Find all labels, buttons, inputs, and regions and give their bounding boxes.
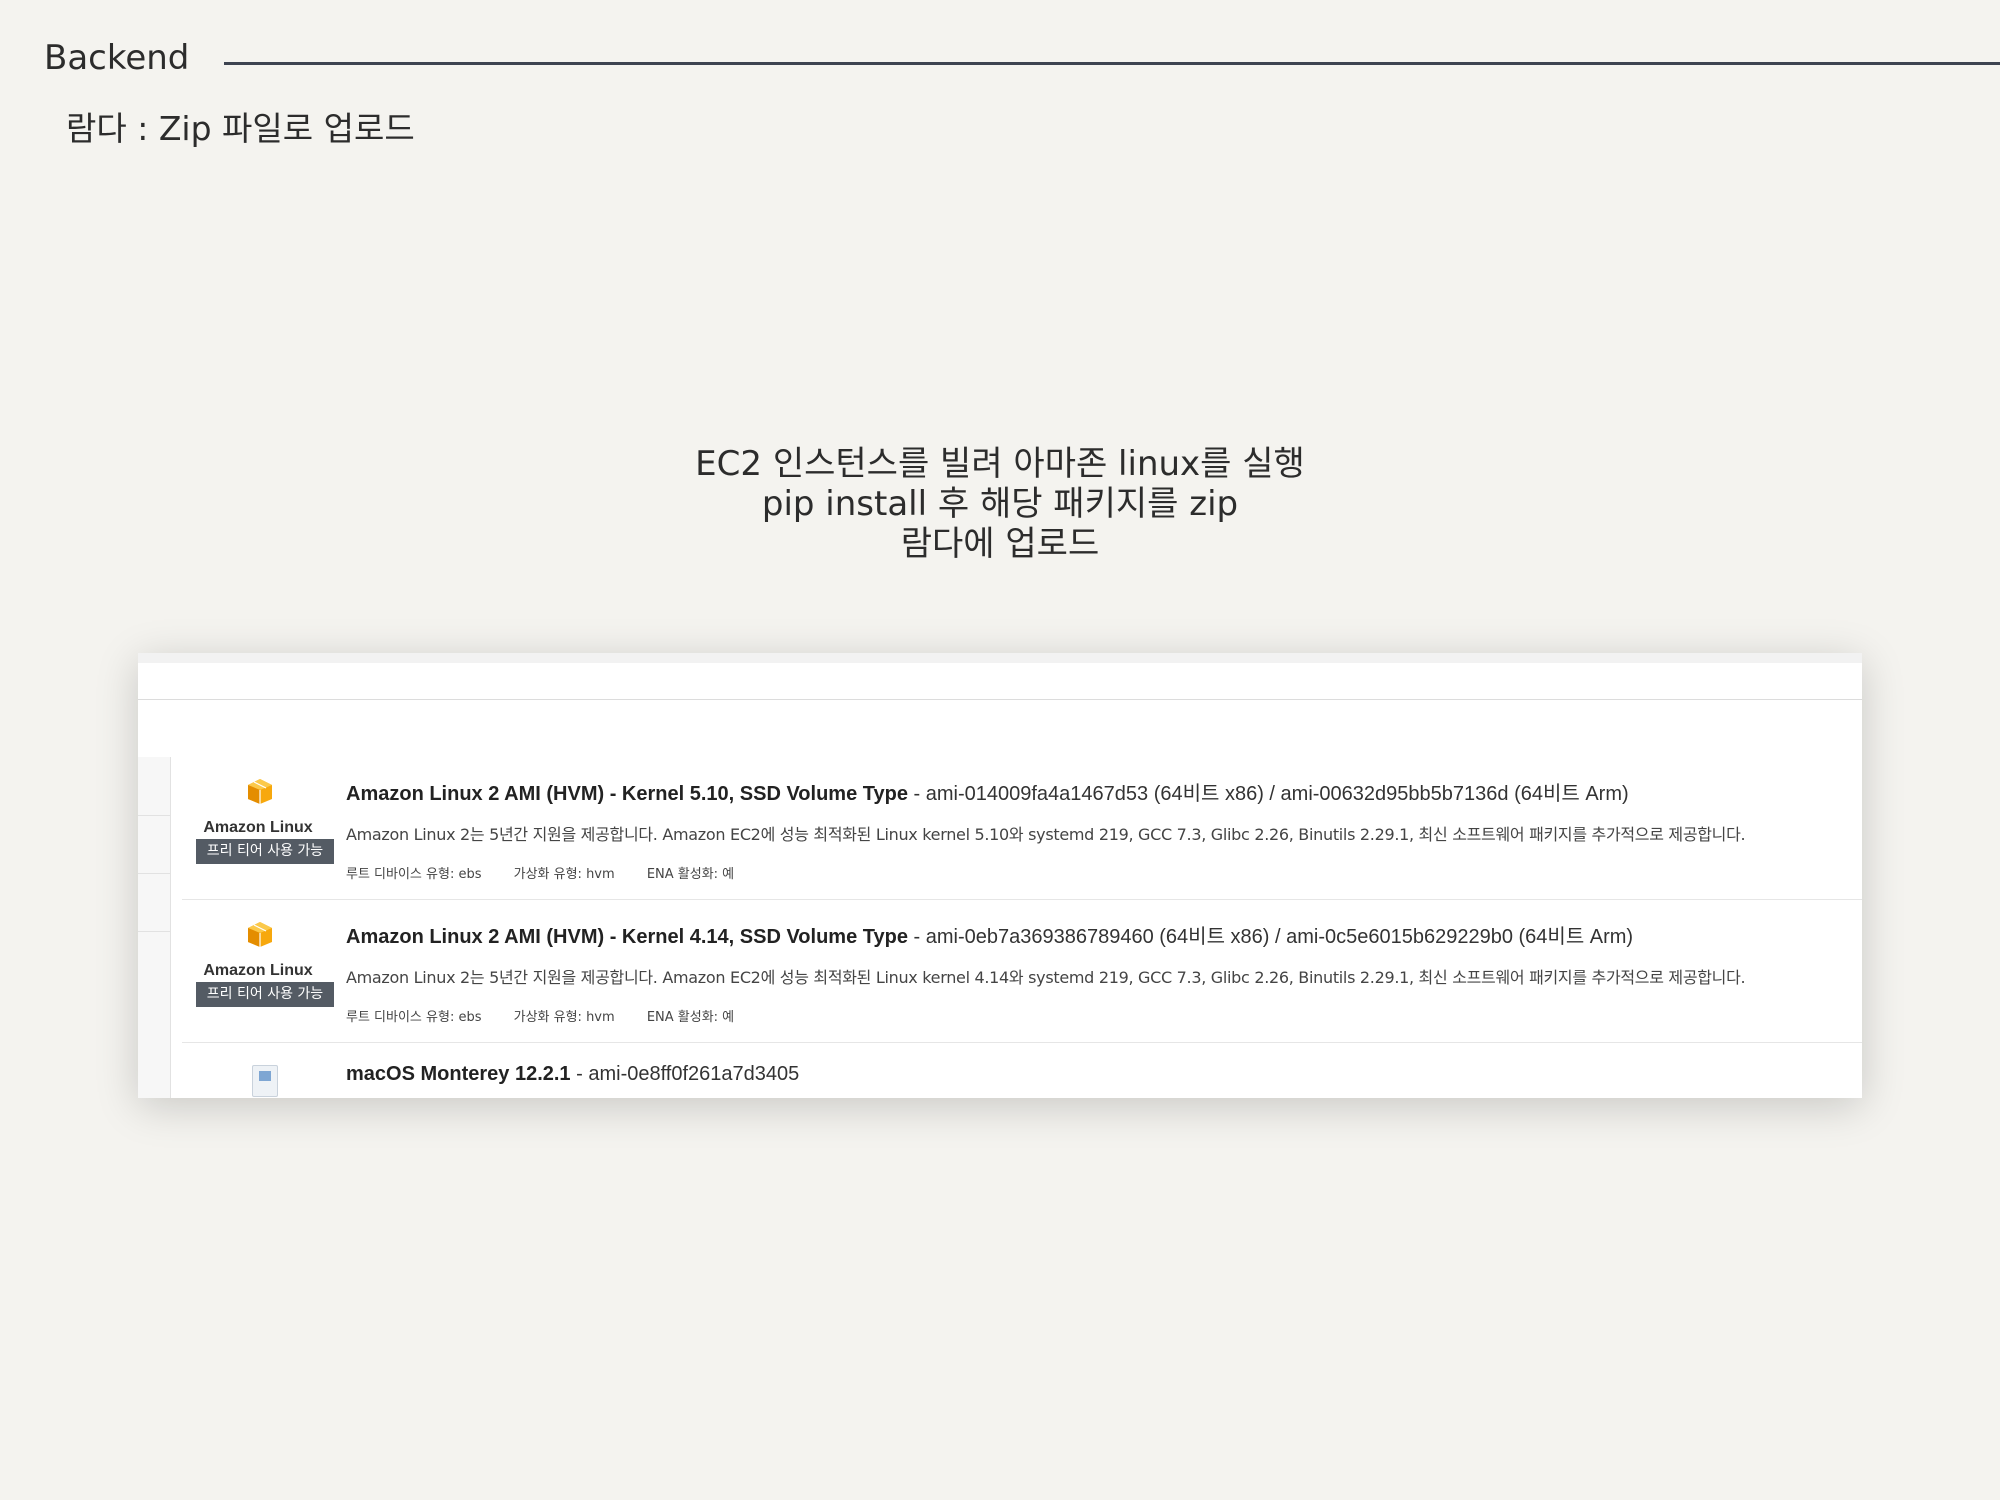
- ami-title[interactable]: macOS Monterey 12.2.1 - ami-0e8ff0f261a7…: [346, 1063, 799, 1086]
- amazon-linux-cube-icon: [248, 922, 272, 947]
- caption-line: EC2 인스턴스를 빌려 아마존 linux를 실행: [695, 444, 1305, 484]
- header-rule: [224, 62, 2000, 65]
- ami-description: Amazon Linux 2는 5년간 지원을 제공합니다. Amazon EC…: [346, 968, 1746, 987]
- ami-row[interactable]: macOS Monterey 12.2.1 - ami-0e8ff0f261a7…: [182, 1043, 1862, 1098]
- ami-row[interactable]: Amazon Linux 프리 티어 사용 가능 Amazon Linux 2 …: [182, 757, 1862, 900]
- caption-line: 람다에 업로드: [900, 524, 1100, 564]
- amazon-linux-cube-icon: [248, 779, 272, 804]
- ami-logo: Amazon Linux 프리 티어 사용 가능: [182, 900, 334, 1042]
- slide-subtitle: 람다 : Zip 파일로 업로드: [66, 109, 415, 148]
- virtualization-type: 가상화 유형: hvm: [513, 1010, 615, 1025]
- ami-title[interactable]: Amazon Linux 2 AMI (HVM) - Kernel 4.14, …: [346, 920, 1633, 949]
- caption: EC2 인스턴스를 빌려 아마존 linux를 실행 pip install 후…: [0, 444, 2000, 564]
- macos-icon: [252, 1065, 278, 1097]
- ami-meta: 루트 디바이스 유형: ebs 가상화 유형: hvm ENA 활성화: 예: [346, 863, 762, 882]
- ami-description: Amazon Linux 2는 5년간 지원을 제공합니다. Amazon EC…: [346, 825, 1746, 844]
- ami-name: Amazon Linux 2 AMI (HVM) - Kernel 4.14, …: [346, 926, 908, 948]
- root-device-type: 루트 디바이스 유형: ebs: [346, 1010, 482, 1025]
- ami-logo: Amazon Linux 프리 티어 사용 가능: [182, 757, 334, 899]
- ami-ids: - ami-0eb7a369386789460 (64비트 x86) / ami…: [907, 926, 1634, 948]
- vendor-label: Amazon Linux: [203, 819, 313, 836]
- virtualization-type: 가상화 유형: hvm: [513, 867, 615, 882]
- free-tier-badge: 프리 티어 사용 가능: [196, 982, 334, 1007]
- ami-ids: - ami-0e8ff0f261a7d3405: [570, 1063, 800, 1085]
- root-device-type: 루트 디바이스 유형: ebs: [346, 867, 482, 882]
- ami-name: macOS Monterey 12.2.1: [346, 1063, 571, 1085]
- ena-enabled: ENA 활성화: 예: [646, 1010, 735, 1025]
- vendor-label: Amazon Linux: [203, 962, 313, 979]
- divider: [138, 699, 1862, 700]
- ena-enabled: ENA 활성화: 예: [646, 867, 735, 882]
- ami-ids: - ami-014009fa4a1467d53 (64비트 x86) / ami…: [907, 783, 1629, 805]
- ami-title[interactable]: Amazon Linux 2 AMI (HVM) - Kernel 5.10, …: [346, 777, 1629, 806]
- ami-meta: 루트 디바이스 유형: ebs 가상화 유형: hvm ENA 활성화: 예: [346, 1006, 762, 1025]
- ami-row[interactable]: Amazon Linux 프리 티어 사용 가능 Amazon Linux 2 …: [182, 900, 1862, 1043]
- caption-line: pip install 후 해당 패키지를 zip: [761, 484, 1239, 524]
- section-title: Backend: [44, 38, 190, 78]
- top-bar: [138, 653, 1862, 663]
- ami-list-screenshot: Amazon Linux 프리 티어 사용 가능 Amazon Linux 2 …: [138, 653, 1862, 1098]
- ami-logo: [182, 1043, 334, 1098]
- selection-column: [138, 757, 171, 1098]
- free-tier-badge: 프리 티어 사용 가능: [196, 839, 334, 864]
- ami-name: Amazon Linux 2 AMI (HVM) - Kernel 5.10, …: [346, 783, 908, 805]
